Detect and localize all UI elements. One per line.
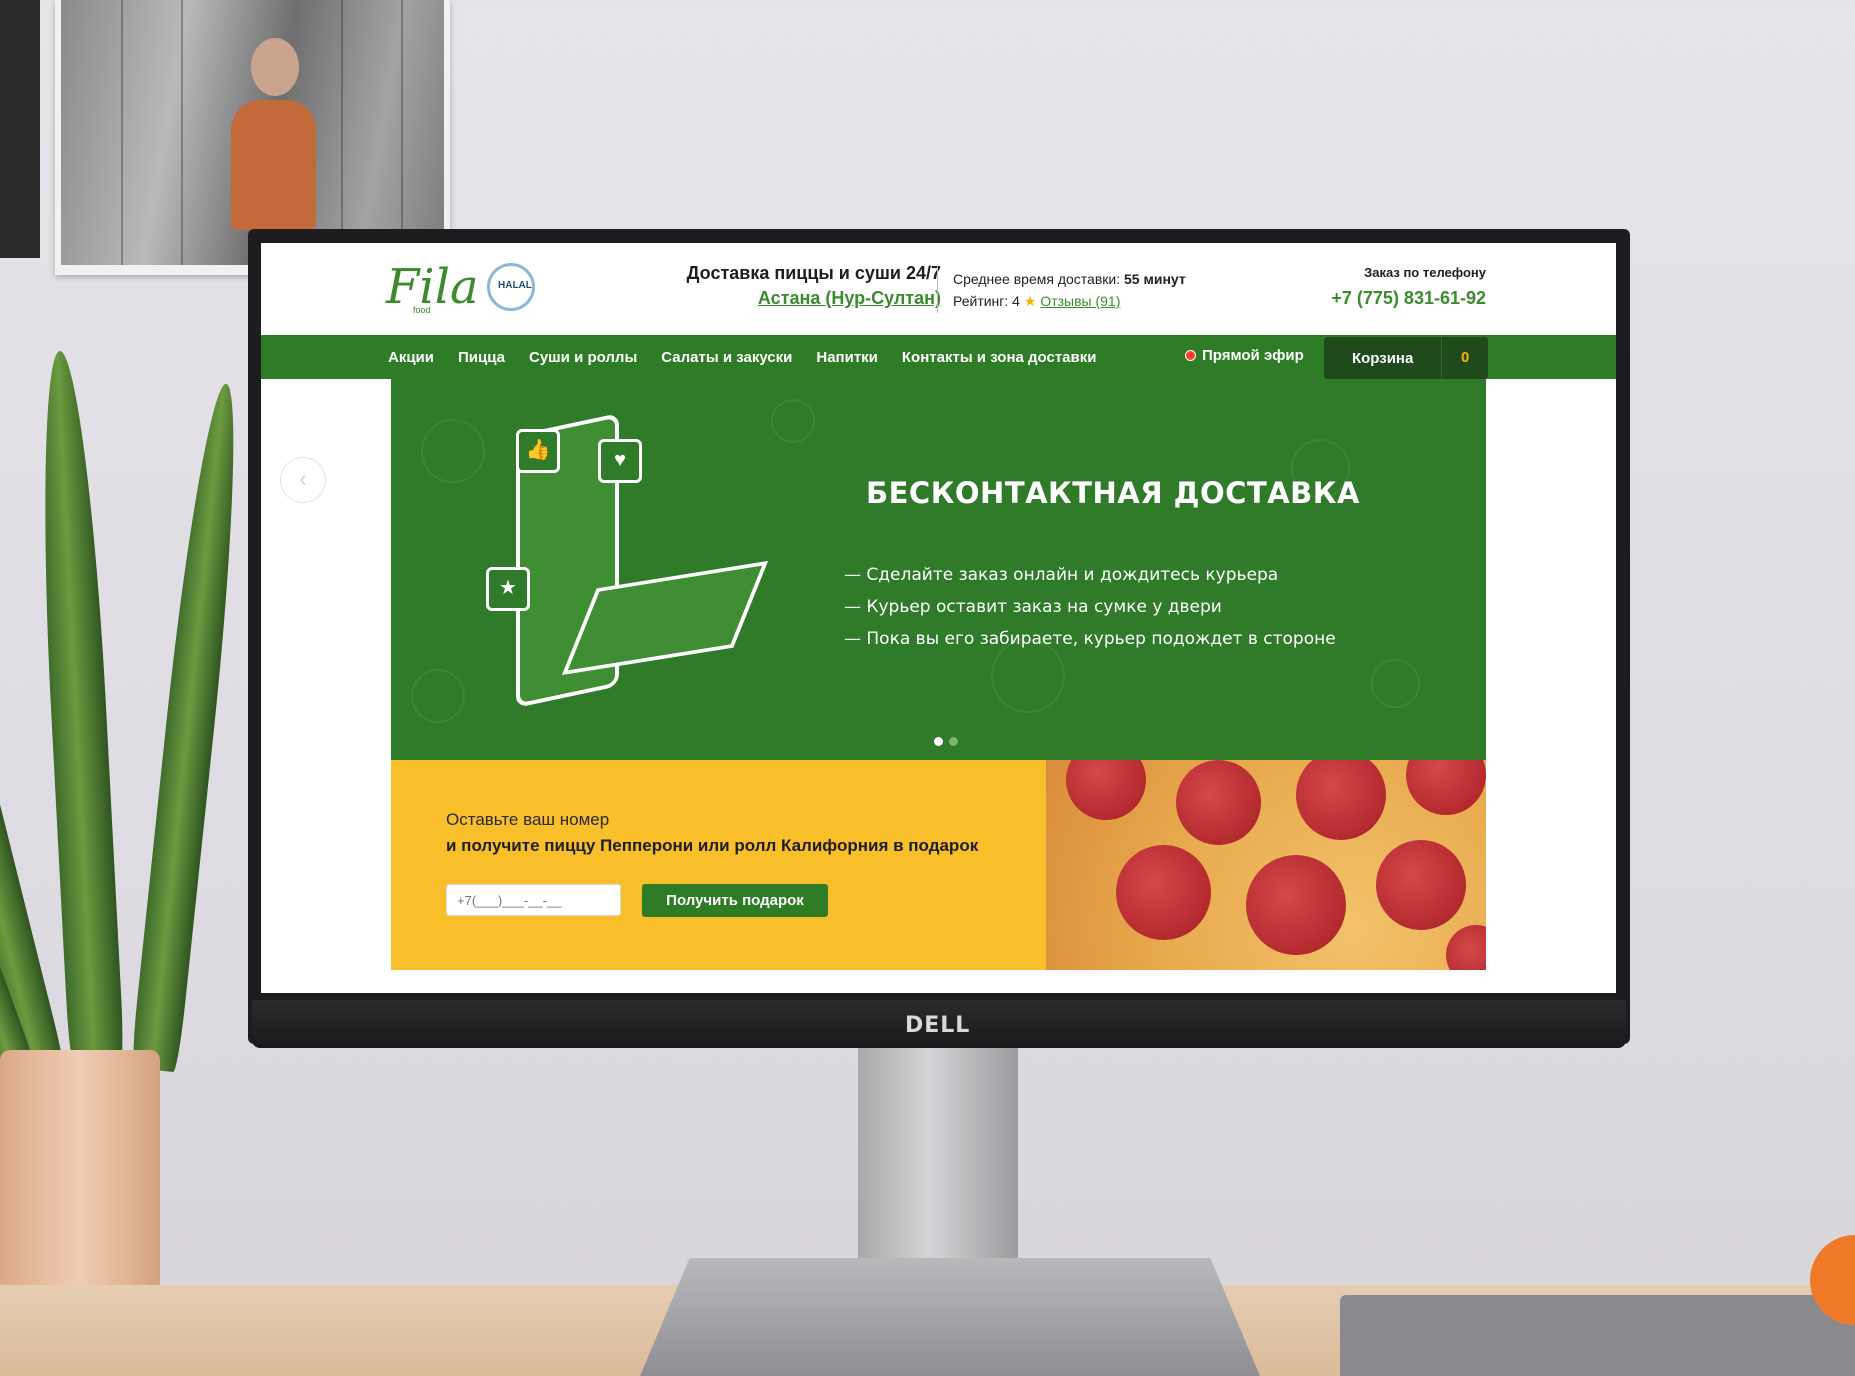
pepperoni-slice — [1296, 760, 1386, 840]
cart-count-badge: 0 — [1441, 337, 1488, 379]
doodle-pattern — [411, 669, 465, 723]
live-dot-icon — [1185, 350, 1196, 361]
rating-label: Рейтинг: 4 — [953, 293, 1020, 309]
plant-leaf — [130, 381, 250, 1073]
dark-picture-frame — [0, 0, 40, 258]
slider-dot-active[interactable] — [934, 737, 943, 746]
slider-prev-button[interactable]: ‹ — [280, 457, 326, 503]
promo-line-1: Оставьте ваш номер — [446, 810, 610, 829]
star-icon: ★ — [1023, 293, 1037, 309]
delivery-info: Среднее время доставки: 55 минут Рейтинг… — [953, 268, 1186, 312]
slide-bullets: — Сделайте заказ онлайн и дождитесь курь… — [844, 559, 1336, 655]
nav-item-pizza[interactable]: Пицца — [458, 349, 505, 366]
slide-bullet: — Пока вы его забираете, курьер подождет… — [844, 629, 1336, 649]
logo-subtitle: food — [413, 305, 431, 315]
pepperoni-slice — [1176, 760, 1261, 845]
pepperoni-slice — [1446, 925, 1486, 970]
main-nav: Акции Пицца Суши и роллы Салаты и закуск… — [261, 335, 1616, 379]
doodle-pattern — [771, 399, 815, 443]
delivery-time-label: Среднее время доставки: — [953, 271, 1121, 287]
get-gift-button[interactable]: Получить подарок — [642, 884, 828, 917]
photo-plank — [181, 0, 183, 265]
photo-image — [61, 0, 444, 265]
halal-badge-icon: HALAL — [487, 263, 535, 311]
slider-dot[interactable] — [949, 737, 958, 746]
cart-button[interactable]: Корзина 0 — [1324, 337, 1488, 379]
live-stream-label: Прямой эфир — [1202, 347, 1304, 364]
monitor-stand-base — [640, 1258, 1260, 1376]
heart-icon: ♥ — [598, 439, 642, 483]
pepperoni-slice — [1066, 760, 1146, 820]
nav-item-salads[interactable]: Салаты и закуски — [661, 349, 792, 366]
photo-plank — [121, 0, 123, 265]
hero-slider: 👍 ♥ ★ БЕСКОНТАКТНАЯ ДОСТАВКА — Сделайте … — [391, 379, 1486, 760]
pepperoni-slice — [1376, 840, 1466, 930]
halal-badge-text: HALAL — [498, 280, 532, 291]
phone-input[interactable] — [446, 884, 621, 916]
cart-label: Корзина — [1351, 349, 1414, 367]
nav-item-drinks[interactable]: Напитки — [816, 349, 878, 366]
thumbs-up-icon: 👍 — [516, 429, 560, 473]
slide-bullet: — Курьер оставит заказ на сумке у двери — [844, 597, 1222, 617]
photo-plank — [401, 0, 403, 265]
slider-dots — [934, 737, 964, 746]
slide-bullet: — Сделайте заказ онлайн и дождитесь курь… — [844, 565, 1279, 585]
monitor-stand-neck — [858, 1035, 1018, 1285]
monitor-brand-logo: DELL — [905, 1013, 971, 1038]
delivery-time-row: Среднее время доставки: 55 минут — [953, 268, 1186, 290]
reviews-link[interactable]: Отзывы (91) — [1040, 293, 1120, 309]
monitor-screen: Fila food HALAL Доставка пиццы и суши 24… — [261, 243, 1616, 993]
header-tagline: Доставка пиццы и суши 24/7 Астана (Нур-С… — [601, 263, 941, 309]
photo-person-body — [231, 100, 316, 230]
doodle-pattern — [1371, 659, 1420, 708]
laptop — [1340, 1295, 1855, 1376]
delivery-title: Доставка пиццы и суши 24/7 — [686, 263, 941, 283]
star-bubble-icon: ★ — [486, 567, 530, 611]
pepperoni-slice — [1246, 855, 1346, 955]
nav-menu: Акции Пицца Суши и роллы Салаты и закуск… — [388, 335, 1120, 379]
site-header: Fila food HALAL Доставка пиццы и суши 24… — [261, 243, 1616, 333]
plant-leaf — [32, 349, 125, 1072]
nav-item-contacts[interactable]: Контакты и зона доставки — [902, 349, 1097, 366]
pepperoni-pizza-image — [1046, 760, 1486, 970]
photo-person-head — [251, 38, 299, 96]
live-stream-link[interactable]: Прямой эфир — [1185, 347, 1304, 364]
photo-plank — [341, 0, 343, 265]
pepperoni-slice — [1116, 845, 1211, 940]
header-divider — [937, 265, 938, 313]
phone-label: Заказ по телефону — [1364, 265, 1486, 280]
pepperoni-slice — [1406, 760, 1486, 815]
site-logo[interactable]: Fila — [386, 259, 479, 315]
slide-title: БЕСКОНТАКТНАЯ ДОСТАВКА — [866, 476, 1360, 510]
nav-item-promotions[interactable]: Акции — [388, 349, 434, 366]
nav-item-sushi[interactable]: Суши и роллы — [529, 349, 637, 366]
gift-promo-banner: Оставьте ваш номер и получите пиццу Пепп… — [391, 760, 1486, 970]
rating-row: Рейтинг: 4 ★ Отзывы (91) — [953, 290, 1186, 312]
phone-number-link[interactable]: +7 (775) 831-61-92 — [1331, 288, 1486, 309]
order-phone: Заказ по телефону +7 (775) 831-61-92 — [1331, 265, 1486, 309]
promo-line-2: и получите пиццу Пепперони или ролл Кали… — [446, 836, 979, 855]
delivery-time-value: 55 минут — [1124, 271, 1186, 287]
city-link[interactable]: Астана (Нур-Султан) — [601, 288, 941, 309]
chevron-left-icon: ‹ — [299, 466, 307, 491]
doodle-pattern — [421, 419, 485, 483]
